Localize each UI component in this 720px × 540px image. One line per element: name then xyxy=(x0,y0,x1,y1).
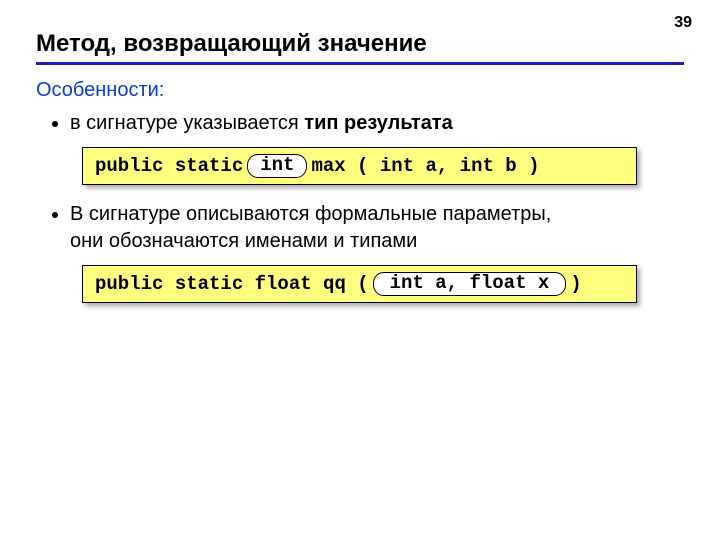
bullet-2-line2: они обозначаются именами и типами xyxy=(70,230,417,252)
bullet-1-bold: тип результата xyxy=(304,112,452,134)
code1-highlight-pill: int xyxy=(247,154,307,178)
code2-highlight-pill: int a, float x xyxy=(373,272,567,296)
title-rule xyxy=(36,62,684,65)
bullet-1-text: в сигнатуре указывается xyxy=(70,112,304,134)
bullet-list-2: В сигнатуре описываются формальные парам… xyxy=(70,201,684,255)
code2-post: ) xyxy=(570,273,581,295)
bullet-list: в сигнатуре указывается тип результата xyxy=(70,110,684,137)
subheading: Особенности: xyxy=(36,79,684,102)
code-box-1: public static int max ( int a, int b ) xyxy=(82,147,637,185)
slide: 39 Метод, возвращающий значение Особенно… xyxy=(0,0,720,540)
code2-pre: public static float qq ( xyxy=(95,273,369,295)
code1-pre: public static xyxy=(95,155,243,177)
page-number: 39 xyxy=(674,14,692,32)
bullet-2-line1: В сигнатуре описываются формальные парам… xyxy=(70,203,551,225)
slide-title: Метод, возвращающий значение xyxy=(36,30,684,58)
bullet-1: в сигнатуре указывается тип результата xyxy=(70,110,684,137)
code1-post: max ( int a, int b ) xyxy=(311,155,539,177)
code-box-2: public static float qq ( int a, float x … xyxy=(82,265,637,303)
bullet-2: В сигнатуре описываются формальные парам… xyxy=(70,201,684,255)
